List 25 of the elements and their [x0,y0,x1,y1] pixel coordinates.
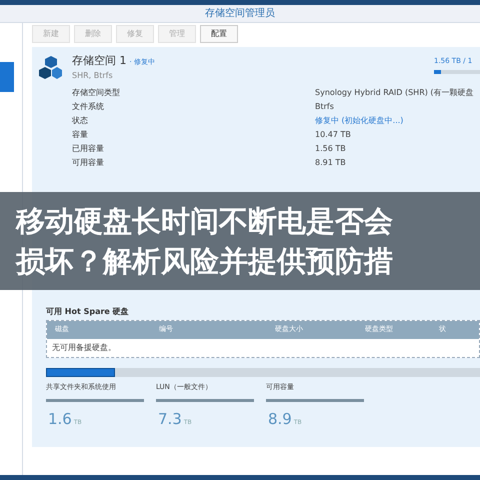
detail-label: 可用容量 [72,156,105,168]
detail-label: 存储空间类型 [72,86,121,98]
detail-label: 状态 [72,114,89,126]
detail-value: Btrfs [315,100,334,112]
section-title: 可用 Hot Spare 硬盘 [46,306,130,318]
detail-value: Synology Hybrid RAID (SHR) (有一颗硬盘 [315,86,474,98]
headline-line: 移动硬盘长时间不断电是否会 [16,203,394,239]
detail-label: 已用容量 [72,142,105,154]
usage-value: 1.6 [48,408,72,430]
usage-value: 8.9 [268,408,292,430]
usage-value: 7.3 [158,408,182,430]
volume-name: 存储空间 1 [72,53,126,69]
status-link[interactable]: 修复中 (初始化硬盘中...) [315,114,404,126]
detail-value: 1.56 TB [315,142,346,154]
headline-line: 损坏？解析风险并提供预防措 [16,243,394,279]
detail-label: 文件系统 [72,100,105,112]
detail-value: 8.91 TB [315,156,346,168]
sidebar-item[interactable] [0,62,14,92]
detail-label: 容量 [72,128,89,140]
empty-message: 无可用备援硬盘。 [51,342,117,354]
cubes-icon [39,55,63,79]
toolbar-button[interactable]: 配置 [200,25,238,43]
volume-subtitle: SHR, Btrfs [72,70,114,82]
window-title: 存储空间管理员 [205,6,275,21]
detail-value: 10.47 TB [315,128,351,140]
